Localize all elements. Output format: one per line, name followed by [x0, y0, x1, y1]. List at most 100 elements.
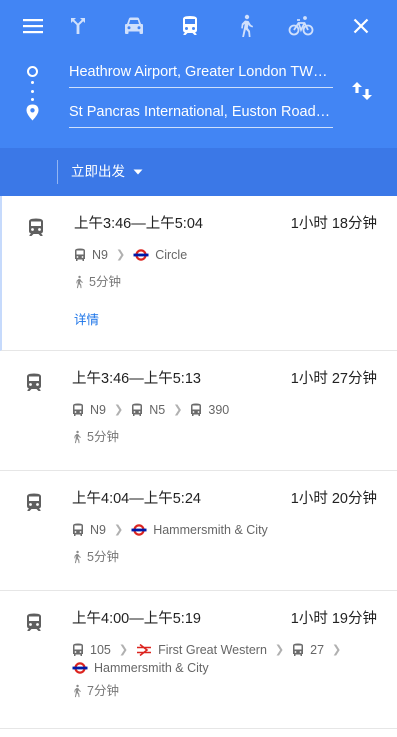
walk-small-icon: [74, 550, 81, 564]
divider: [57, 160, 58, 184]
route-leg-label: 27: [310, 642, 325, 657]
train-icon: [183, 16, 197, 35]
route-leg-label: N9: [92, 247, 108, 262]
mode-best-route-button[interactable]: [62, 10, 94, 42]
chevron-right-icon: ❯: [118, 643, 129, 656]
time-options-bar: 立即出发: [0, 148, 397, 196]
route-leg: N9: [74, 246, 108, 264]
menu-button[interactable]: [17, 10, 49, 42]
mode-cycling-button[interactable]: [285, 10, 317, 42]
chevron-right-icon: ❯: [274, 643, 285, 656]
route-leg: N9: [72, 401, 106, 419]
underground-roundel-icon: [72, 662, 88, 675]
chevron-right-icon: ❯: [332, 643, 342, 656]
route-legs: N9 ❯ Hammersmith & City: [72, 520, 382, 539]
route-legs: N9 ❯ N5 ❯ 390: [72, 400, 382, 419]
destination-input[interactable]: St Pancras International, Euston Road, L…: [69, 102, 333, 128]
national-rail-icon: [137, 643, 152, 656]
bus-icon: [75, 248, 85, 261]
route-mode-icon: [27, 218, 45, 242]
dropdown-arrow-icon: [133, 169, 143, 175]
route-leg: Circle: [133, 246, 187, 264]
route-mode-icon: [25, 613, 43, 637]
route-leg-label: N9: [90, 522, 106, 537]
transit-train-icon: [27, 373, 41, 391]
car-icon: [125, 17, 143, 34]
route-walk: 7分钟: [72, 683, 119, 699]
depart-time-label: 立即出发: [71, 164, 125, 179]
route-card[interactable]: 上午3:46—上午5:04 1小时 18分钟 N9 ❯ Circle 5分钟详情: [0, 196, 397, 351]
walk-icon: [241, 14, 253, 37]
route-times: 上午4:04—上午5:24: [72, 491, 201, 507]
chevron-right-icon: ❯: [113, 523, 124, 536]
destination-pin-icon: [26, 104, 39, 121]
route-walk-time: 5分钟: [87, 550, 119, 564]
route-walk-time: 7分钟: [87, 684, 119, 698]
route-mode-icon: [25, 493, 43, 517]
walk-small-icon: [74, 430, 81, 444]
transit-train-icon: [29, 218, 43, 236]
route-leg-label: First Great Western: [158, 642, 267, 657]
walk-small-icon: [74, 684, 81, 698]
route-leg-label: 390: [208, 402, 230, 417]
route-mode-icon: [25, 373, 43, 397]
route-legs: 105 ❯ First Great Western ❯ 27 ❯ Hammersmith &…: [72, 640, 382, 677]
route-duration: 1小时 19分钟: [290, 611, 377, 627]
mode-driving-button[interactable]: [118, 10, 150, 42]
route-leg: First Great Western: [136, 641, 267, 659]
route-leg: Hammersmith & City: [131, 521, 268, 539]
route-dots-icon: [31, 81, 34, 101]
route-fork-icon: [71, 18, 85, 34]
route-leg: N5: [131, 401, 165, 419]
bus-icon: [293, 643, 304, 656]
route-leg-label: Circle: [155, 247, 188, 262]
swap-icon: [352, 82, 372, 100]
origin-dot-icon: [27, 66, 38, 77]
transit-train-icon: [27, 493, 41, 511]
bus-icon: [73, 523, 83, 536]
travel-mode-bar: [0, 0, 397, 52]
route-duration: 1小时 18分钟: [290, 216, 377, 232]
chevron-right-icon: ❯: [113, 403, 124, 416]
route-results-list: 上午3:46—上午5:04 1小时 18分钟 N9 ❯ Circle 5分钟 详情 上午3:4…: [0, 196, 397, 729]
origin-input[interactable]: Heathrow Airport, Greater London TW6, UK: [69, 62, 333, 88]
transit-train-icon: [27, 613, 41, 631]
mode-transit-button[interactable]: [174, 10, 206, 42]
route-duration: 1小时 27分钟: [290, 371, 377, 387]
route-card[interactable]: 上午4:00—上午5:19 1小时 19分钟 105 ❯ First Great Wes…: [0, 591, 397, 729]
route-inputs: Heathrow Airport, Greater London TW6, UK…: [0, 52, 397, 148]
route-leg-label: N9: [90, 402, 106, 417]
route-walk-time: 5分钟: [87, 430, 119, 444]
route-details-link[interactable]: 详情: [74, 312, 99, 328]
route-walk: 5分钟: [74, 274, 121, 290]
close-icon: [353, 18, 369, 34]
chevron-right-icon: ❯: [173, 403, 183, 416]
depart-time-dropdown[interactable]: 立即出发: [71, 163, 143, 181]
menu-icon: [23, 19, 43, 34]
route-leg: 390: [190, 401, 229, 419]
chevron-right-icon: ❯: [115, 248, 126, 261]
bus-icon: [73, 643, 83, 656]
route-leg: Hammersmith & City: [72, 659, 209, 677]
mode-walking-button[interactable]: [230, 10, 262, 42]
route-times: 上午4:00—上午5:19: [72, 611, 201, 627]
route-card[interactable]: 上午4:04—上午5:24 1小时 20分钟 N9 ❯ Hammersmith & Ci…: [0, 471, 397, 591]
close-button[interactable]: [345, 10, 377, 42]
underground-roundel-icon: [133, 249, 149, 261]
route-times: 上午3:46—上午5:13: [72, 371, 201, 387]
swap-button[interactable]: [350, 79, 374, 103]
walk-small-icon: [76, 275, 83, 289]
underground-roundel-icon: [131, 524, 147, 536]
route-leg-label: Hammersmith & City: [153, 522, 268, 537]
bus-icon: [132, 403, 143, 416]
route-leg-label: 105: [90, 642, 111, 657]
route-times: 上午3:46—上午5:04: [74, 216, 203, 232]
bus-icon: [73, 403, 83, 416]
route-leg: 27: [292, 641, 324, 659]
route-walk-time: 5分钟: [89, 275, 121, 289]
route-leg: 105: [72, 641, 111, 659]
route-card[interactable]: 上午3:46—上午5:13 1小时 27分钟 N9 ❯ N5 ❯ 390 5分钟: [0, 351, 397, 471]
route-walk: 5分钟: [72, 549, 119, 565]
route-legs: N9 ❯ Circle: [74, 245, 384, 264]
directions-header: Heathrow Airport, Greater London TW6, UK…: [0, 0, 397, 148]
